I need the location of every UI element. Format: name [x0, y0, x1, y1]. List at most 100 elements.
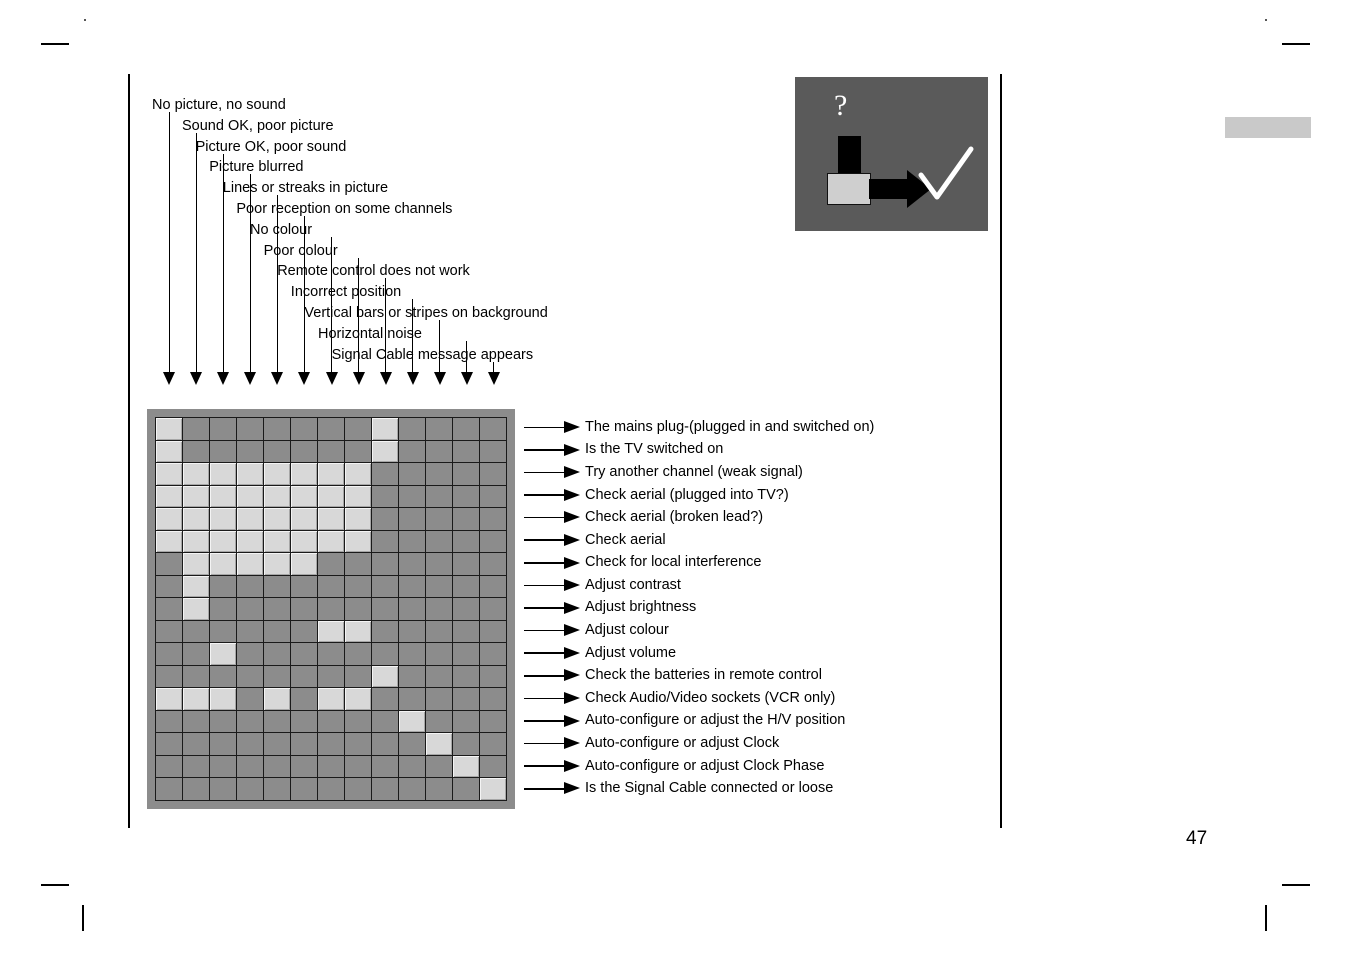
- matrix-cell-empty[interactable]: [345, 598, 371, 620]
- matrix-cell-marked[interactable]: [345, 485, 371, 508]
- matrix-cell-marked[interactable]: [183, 530, 209, 553]
- matrix-cell-empty[interactable]: [345, 733, 371, 755]
- matrix-cell-empty[interactable]: [453, 440, 479, 463]
- matrix-cell-marked[interactable]: [318, 688, 344, 710]
- matrix-cell-empty[interactable]: [264, 440, 290, 463]
- matrix-cell-empty[interactable]: [480, 485, 506, 508]
- matrix-cell-empty[interactable]: [399, 418, 425, 440]
- matrix-cell-empty[interactable]: [237, 620, 263, 643]
- matrix-cell-empty[interactable]: [237, 418, 263, 440]
- matrix-cell-marked[interactable]: [318, 508, 344, 530]
- matrix-cell-empty[interactable]: [426, 440, 452, 463]
- matrix-cell-empty[interactable]: [372, 463, 398, 485]
- matrix-cell-marked[interactable]: [210, 643, 236, 665]
- matrix-cell-empty[interactable]: [480, 418, 506, 440]
- remedy-row[interactable]: Is the TV switched on: [524, 442, 723, 458]
- matrix-cell-empty[interactable]: [237, 440, 263, 463]
- matrix-cell-empty[interactable]: [372, 620, 398, 643]
- remedy-row[interactable]: Check Audio/Video sockets (VCR only): [524, 690, 835, 706]
- matrix-cell-empty[interactable]: [399, 440, 425, 463]
- matrix-cell-empty[interactable]: [210, 440, 236, 463]
- matrix-cell-marked[interactable]: [372, 440, 398, 463]
- matrix-cell-empty[interactable]: [318, 418, 344, 440]
- matrix-cell-empty[interactable]: [291, 688, 317, 710]
- matrix-cell-empty[interactable]: [210, 665, 236, 688]
- matrix-cell-empty[interactable]: [480, 575, 506, 598]
- matrix-cell-empty[interactable]: [426, 418, 452, 440]
- remedy-row[interactable]: Adjust volume: [524, 645, 676, 661]
- matrix-cell-empty[interactable]: [183, 643, 209, 665]
- matrix-cell-empty[interactable]: [480, 733, 506, 755]
- matrix-cell-empty[interactable]: [372, 598, 398, 620]
- matrix-cell-empty[interactable]: [453, 463, 479, 485]
- matrix-cell-empty[interactable]: [156, 598, 182, 620]
- matrix-cell-empty[interactable]: [345, 710, 371, 733]
- matrix-cell-empty[interactable]: [426, 553, 452, 575]
- matrix-cell-marked[interactable]: [345, 688, 371, 710]
- matrix-cell-marked[interactable]: [156, 508, 182, 530]
- matrix-cell-empty[interactable]: [453, 643, 479, 665]
- matrix-cell-empty[interactable]: [264, 710, 290, 733]
- matrix-cell-marked[interactable]: [264, 485, 290, 508]
- matrix-cell-marked[interactable]: [183, 485, 209, 508]
- matrix-cell-empty[interactable]: [399, 553, 425, 575]
- matrix-cell-empty[interactable]: [453, 418, 479, 440]
- matrix-cell-empty[interactable]: [399, 665, 425, 688]
- matrix-cell-empty[interactable]: [453, 575, 479, 598]
- matrix-cell-empty[interactable]: [291, 665, 317, 688]
- matrix-cell-marked[interactable]: [156, 418, 182, 440]
- matrix-cell-marked[interactable]: [291, 508, 317, 530]
- matrix-cell-empty[interactable]: [318, 778, 344, 800]
- matrix-cell-marked[interactable]: [237, 530, 263, 553]
- matrix-cell-empty[interactable]: [426, 598, 452, 620]
- matrix-cell-empty[interactable]: [345, 778, 371, 800]
- matrix-cell-marked[interactable]: [291, 530, 317, 553]
- matrix-cell-empty[interactable]: [399, 778, 425, 800]
- matrix-cell-empty[interactable]: [237, 755, 263, 778]
- matrix-cell-empty[interactable]: [156, 553, 182, 575]
- matrix-cell-empty[interactable]: [345, 755, 371, 778]
- matrix-cell-marked[interactable]: [183, 463, 209, 485]
- matrix-cell-empty[interactable]: [399, 755, 425, 778]
- symptom-remedy-matrix[interactable]: [155, 417, 507, 801]
- matrix-cell-marked[interactable]: [183, 598, 209, 620]
- matrix-cell-empty[interactable]: [291, 733, 317, 755]
- matrix-cell-empty[interactable]: [399, 733, 425, 755]
- matrix-cell-marked[interactable]: [264, 463, 290, 485]
- matrix-cell-marked[interactable]: [291, 463, 317, 485]
- matrix-cell-empty[interactable]: [318, 440, 344, 463]
- matrix-cell-empty[interactable]: [426, 688, 452, 710]
- matrix-cell-empty[interactable]: [480, 688, 506, 710]
- matrix-cell-empty[interactable]: [480, 598, 506, 620]
- matrix-cell-empty[interactable]: [237, 575, 263, 598]
- matrix-cell-empty[interactable]: [426, 778, 452, 800]
- matrix-cell-empty[interactable]: [291, 643, 317, 665]
- matrix-cell-empty[interactable]: [237, 688, 263, 710]
- matrix-cell-empty[interactable]: [183, 418, 209, 440]
- matrix-cell-marked[interactable]: [183, 688, 209, 710]
- matrix-cell-empty[interactable]: [426, 485, 452, 508]
- matrix-cell-marked[interactable]: [318, 485, 344, 508]
- matrix-cell-empty[interactable]: [426, 575, 452, 598]
- matrix-cell-empty[interactable]: [156, 620, 182, 643]
- matrix-cell-empty[interactable]: [237, 665, 263, 688]
- matrix-cell-empty[interactable]: [156, 643, 182, 665]
- matrix-cell-empty[interactable]: [183, 733, 209, 755]
- matrix-cell-empty[interactable]: [156, 778, 182, 800]
- matrix-cell-empty[interactable]: [237, 778, 263, 800]
- matrix-cell-marked[interactable]: [372, 418, 398, 440]
- matrix-cell-empty[interactable]: [453, 620, 479, 643]
- matrix-cell-empty[interactable]: [426, 665, 452, 688]
- matrix-cell-empty[interactable]: [453, 733, 479, 755]
- matrix-cell-empty[interactable]: [291, 440, 317, 463]
- matrix-cell-empty[interactable]: [264, 755, 290, 778]
- matrix-cell-marked[interactable]: [156, 688, 182, 710]
- matrix-cell-empty[interactable]: [264, 575, 290, 598]
- matrix-cell-empty[interactable]: [426, 643, 452, 665]
- matrix-cell-empty[interactable]: [372, 530, 398, 553]
- matrix-cell-empty[interactable]: [399, 598, 425, 620]
- matrix-cell-marked[interactable]: [480, 778, 506, 800]
- matrix-cell-empty[interactable]: [264, 733, 290, 755]
- matrix-cell-empty[interactable]: [291, 710, 317, 733]
- matrix-cell-empty[interactable]: [372, 710, 398, 733]
